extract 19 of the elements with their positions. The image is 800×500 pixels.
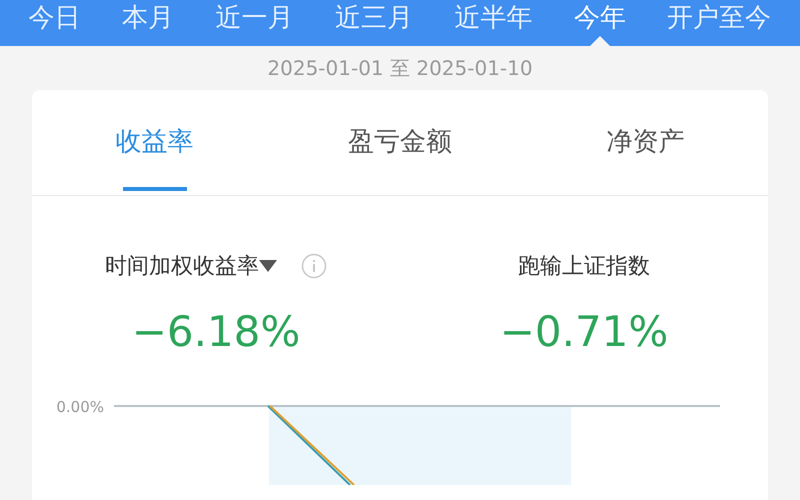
card-tab[interactable]: 收益率: [32, 90, 278, 195]
date-range: 2025-01-01 至 2025-01-10: [267, 55, 533, 82]
period-tab[interactable]: 开户至今: [663, 0, 776, 46]
period-tab[interactable]: 今年: [570, 0, 630, 46]
metric-label: 时间加权收益率: [105, 252, 259, 280]
axis-label: 0.00%: [55, 397, 105, 418]
metric-value: −6.18%: [132, 306, 300, 358]
metric-label: 跑输上证指数: [518, 252, 650, 280]
period-tab[interactable]: 近三月: [330, 0, 417, 46]
tab-underline: [122, 187, 187, 191]
selected-pointer-icon: [590, 36, 610, 46]
card-tab[interactable]: 净资产: [522, 90, 768, 195]
period-tab[interactable]: 今日: [24, 0, 85, 46]
period-tab[interactable]: 近半年: [450, 0, 536, 46]
period-tab[interactable]: 近一月: [212, 0, 298, 46]
card-tab[interactable]: 盈亏金额: [277, 90, 523, 195]
metric-value: −0.71%: [500, 306, 668, 358]
period-tab[interactable]: 本月: [118, 0, 178, 46]
dropdown-caret-icon[interactable]: [259, 260, 277, 272]
